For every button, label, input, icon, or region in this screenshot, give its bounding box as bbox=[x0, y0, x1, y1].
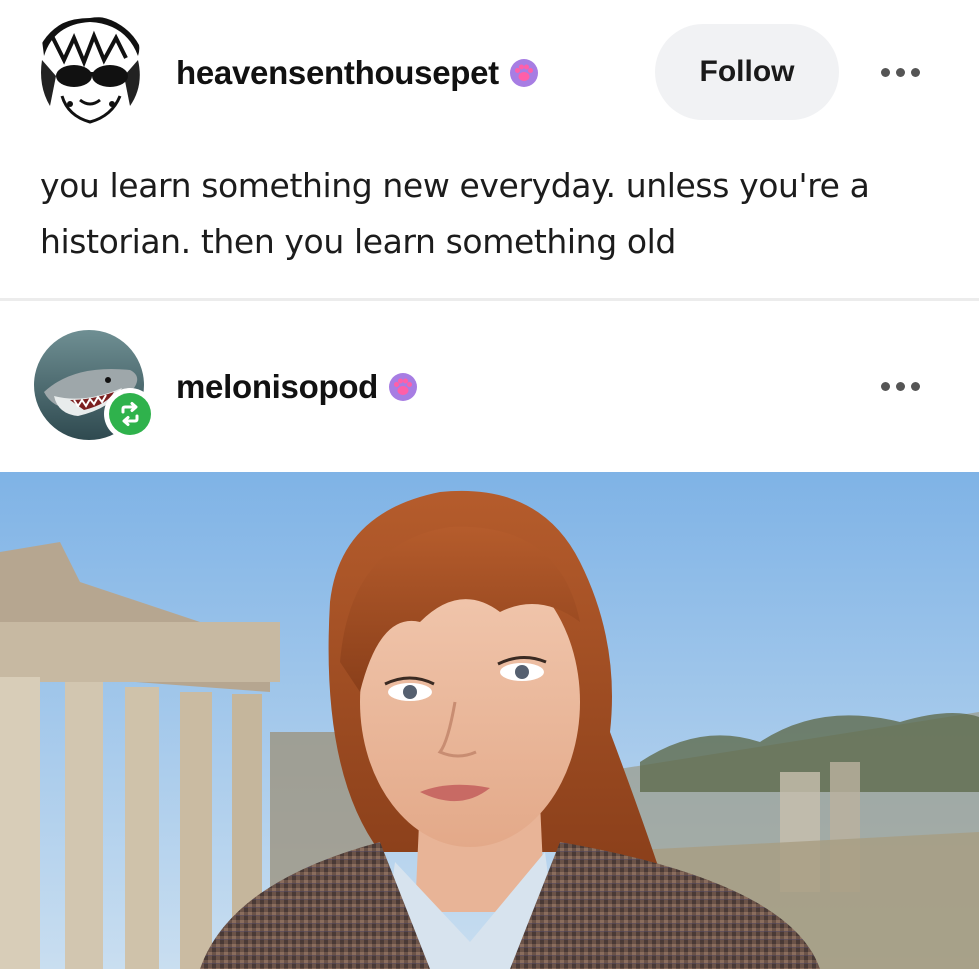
reblog-author-name: melonisopod bbox=[176, 368, 379, 405]
reblog-badge bbox=[104, 388, 156, 440]
post-more-options-button[interactable] bbox=[870, 57, 930, 87]
woman-roman-forum-photo bbox=[0, 472, 979, 969]
post-author-username[interactable]: heavensenthousepet bbox=[176, 52, 539, 94]
paw-icon bbox=[509, 59, 538, 87]
more-dot bbox=[910, 67, 920, 77]
more-dot bbox=[895, 381, 905, 391]
reblog-badge-inner bbox=[109, 393, 151, 435]
paw-icon bbox=[389, 373, 418, 401]
reblog-arrows-icon bbox=[121, 402, 139, 426]
post-body-text: you learn something new everyday. unless… bbox=[40, 166, 870, 261]
more-dot bbox=[895, 67, 905, 77]
post-author-name: heavensenthousepet bbox=[176, 54, 499, 91]
follow-button[interactable]: Follow bbox=[655, 24, 839, 120]
heavensenthousepet-avatar[interactable] bbox=[34, 16, 146, 128]
post-divider bbox=[0, 298, 979, 301]
reblog-more-options-button[interactable] bbox=[870, 371, 930, 401]
more-dot bbox=[880, 67, 890, 77]
more-dot bbox=[910, 381, 920, 391]
reblog-author-username[interactable]: melonisopod bbox=[176, 366, 418, 408]
more-dot bbox=[880, 381, 890, 391]
post-photo[interactable] bbox=[0, 472, 979, 969]
tumblr-post-page: heavensenthousepet Follow you learn some… bbox=[0, 0, 979, 969]
sketch-face-icon bbox=[34, 16, 146, 128]
